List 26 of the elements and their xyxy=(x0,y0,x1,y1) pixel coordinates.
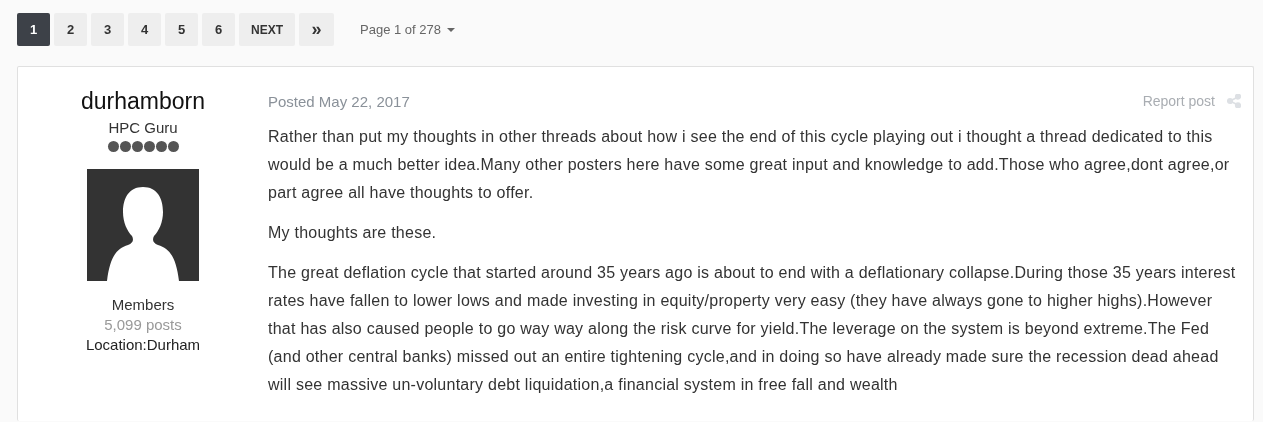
rank-pip-icon xyxy=(107,141,119,152)
next-button[interactable]: NEXT xyxy=(239,13,295,46)
rank-pip-icon xyxy=(119,141,131,152)
post-paragraph: My thoughts are these. xyxy=(268,223,438,243)
page-button[interactable]: 6 xyxy=(202,13,235,46)
member-group: Members xyxy=(111,296,175,313)
post-paragraph: The great deflation cycle that started around 35 years ago is about to end with a deflationary collapse.During those 35 years interest rates have fallen to lower lows and made investing in equity/property very easy (they have always gone to higher highs).However that has also caused people to go way way along the risk curve for yield.The leverage on the system is beyond extreme.The Fed (and other central banks) missed out an entire tightening cycle,and in doing so have already made sure the recession dead ahead will see massive un-voluntary debt liquidation,a financial system in free fall and wealth xyxy=(268,263,1237,395)
rank-pip-icon xyxy=(167,141,179,152)
page-button[interactable]: 5 xyxy=(165,13,198,46)
page-button[interactable]: 2 xyxy=(54,13,87,46)
page-jump-dropdown[interactable]: Page 1 of 278 xyxy=(360,22,455,37)
page-button[interactable]: 3 xyxy=(91,13,124,46)
caret-icon xyxy=(447,27,455,32)
rank-pip-icon xyxy=(143,141,155,152)
author-location: Location:Durham xyxy=(85,336,201,353)
avatar[interactable] xyxy=(87,169,199,281)
post-count: 5,099 posts xyxy=(104,316,182,333)
page-button[interactable]: 4 xyxy=(128,13,161,46)
rank-pip-icon xyxy=(155,141,167,152)
author-rank: HPC Guru xyxy=(108,119,178,136)
last-page-button[interactable]: » xyxy=(299,13,334,46)
post-date: Posted May 22, 2017 xyxy=(268,92,410,110)
author-name[interactable]: durhamborn xyxy=(81,87,205,115)
page-button[interactable]: 1 xyxy=(17,13,50,46)
post-paragraph: Rather than put my thoughts in other threads about how i see the end of this cycle playing out i thought a thread dedicated to this would be a much better idea.Many other posters here have some great input and knowledge to add.Those who agree,dont agree,or part agree all have thoughts to offer. xyxy=(268,127,1231,203)
rank-pip-icon xyxy=(131,141,143,152)
